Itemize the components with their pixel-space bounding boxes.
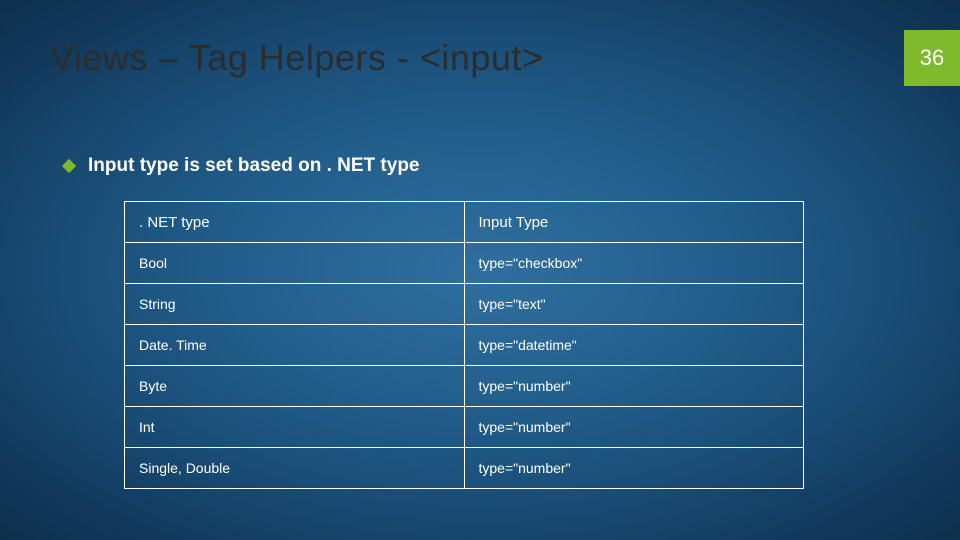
table-row: Bool type="checkbox" [125,243,804,284]
table-row: Date. Time type="datetime" [125,325,804,366]
table-cell: type="number" [464,366,804,407]
table-cell: type="datetime" [464,325,804,366]
title-bar: Views – Tag Helpers - <input> [50,30,960,86]
table-row: Int type="number" [125,407,804,448]
type-mapping-table: . NET type Input Type Bool type="checkbo… [124,201,804,489]
table-cell: type="number" [464,448,804,489]
table-cell: String [125,284,465,325]
bullet-item: Input type is set based on . NET type [60,155,900,177]
table-cell: Bool [125,243,465,284]
page-number-badge: 36 [904,30,960,86]
table-row: Single, Double type="number" [125,448,804,489]
table-cell: type="number" [464,407,804,448]
table-cell: type="checkbox" [464,243,804,284]
bullet-text: Input type is set based on . NET type [88,155,420,177]
table-cell: Date. Time [125,325,465,366]
slide-body: Input type is set based on . NET type . … [60,155,900,489]
table-cell: Int [125,407,465,448]
diamond-bullet-icon [62,159,76,173]
table-cell: Single, Double [125,448,465,489]
slide: Views – Tag Helpers - <input> 36 Input t… [0,0,960,540]
table-cell: Byte [125,366,465,407]
table-cell: type="text" [464,284,804,325]
table-header-left: . NET type [125,202,465,243]
table-row: String type="text" [125,284,804,325]
table-header-right: Input Type [464,202,804,243]
table-row: Byte type="number" [125,366,804,407]
table-header-row: . NET type Input Type [125,202,804,243]
slide-title: Views – Tag Helpers - <input> [50,30,543,86]
